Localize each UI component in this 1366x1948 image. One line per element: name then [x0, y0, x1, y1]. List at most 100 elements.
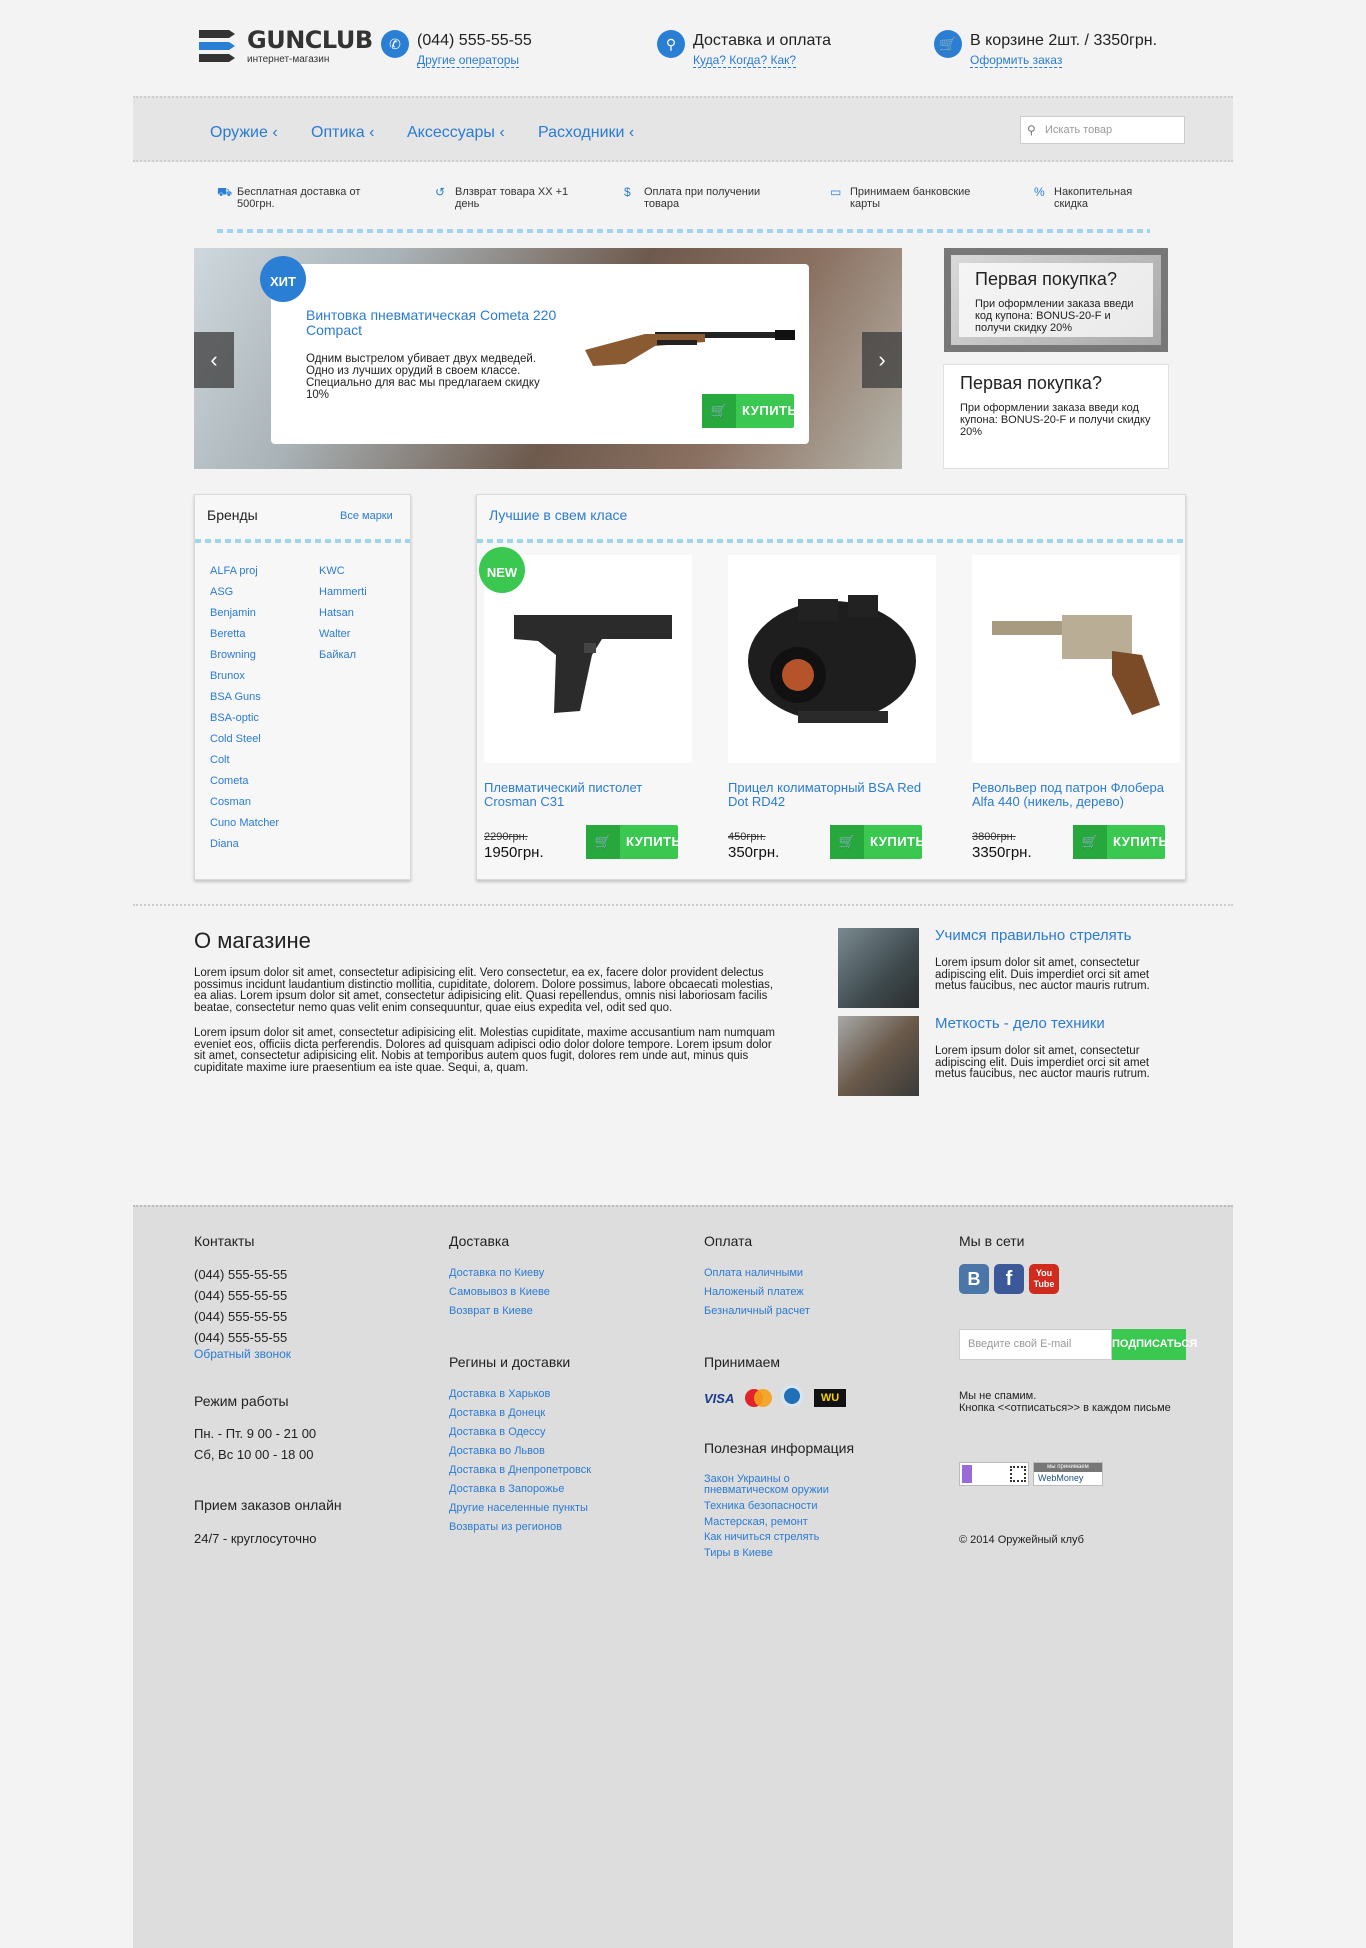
brand-link[interactable]: Diana	[210, 838, 239, 850]
brand-link[interactable]: Hammerti	[319, 586, 367, 598]
info-link[interactable]: Техника безопасности	[704, 1501, 844, 1512]
buy-button[interactable]: 🛒 КУПИТЬ	[830, 825, 925, 859]
all-brands-link[interactable]: Все марки	[340, 510, 393, 522]
payment-link[interactable]: Оплата наличными	[704, 1267, 803, 1279]
brand-link[interactable]: BSA Guns	[210, 691, 261, 703]
delivery-link[interactable]: Доставка по Киеву	[449, 1267, 544, 1279]
about-paragraph: Lorem ipsum dolor sit amet, consectetur …	[194, 967, 774, 1014]
brand-link[interactable]: Cosman	[210, 796, 251, 808]
footer-phone: (044) 555-55-55	[194, 1288, 288, 1303]
scope-image	[748, 595, 916, 723]
callback-link[interactable]: Обратный звонок	[194, 1347, 291, 1361]
promo-card-dark[interactable]: Первая покупка? При оформлении заказа вв…	[944, 248, 1168, 352]
brand-link[interactable]: ASG	[210, 586, 233, 598]
facebook-icon[interactable]: f	[994, 1264, 1024, 1294]
brand-link[interactable]: Brunox	[210, 670, 245, 682]
return-icon: ↺	[435, 185, 446, 199]
divider	[195, 539, 410, 543]
webmoney-globe-icon	[781, 1385, 803, 1407]
article-image[interactable]	[838, 928, 919, 1008]
product-image[interactable]	[728, 555, 936, 763]
article-image[interactable]	[838, 1016, 919, 1096]
promo-title: Первая покупка?	[960, 373, 1102, 393]
payment-link[interactable]: Безналичный расчет	[704, 1305, 810, 1317]
info-link[interactable]: Тиры в Киеве	[704, 1548, 844, 1559]
checkout-link[interactable]: Оформить заказ	[970, 53, 1063, 68]
slide-title[interactable]: Винтовка пневматическая Cometa 220 Compa…	[306, 308, 576, 338]
product-title[interactable]: Револьвер под патрон Флобера Alfa 440 (н…	[972, 781, 1172, 809]
about-title: О магазине	[194, 928, 311, 953]
article-title[interactable]: Учимся правильно стрелять	[935, 927, 1131, 944]
product-title[interactable]: Прицел колиматорный BSA Red Dot RD42	[728, 781, 928, 809]
region-link[interactable]: Доставка в Запорожье	[449, 1483, 564, 1495]
product-title[interactable]: Плевматический пистолет Crosman C31	[484, 781, 684, 809]
about-section: О магазине Lorem ipsum dolor sit amet, c…	[194, 928, 784, 1074]
about-divider	[133, 904, 1233, 906]
webmoney-badge-label: WebMoney	[1038, 1473, 1084, 1483]
buy-button[interactable]: 🛒 КУПИТЬ	[1073, 825, 1168, 859]
brand-link[interactable]: Colt	[210, 754, 230, 766]
feature-return: ↺ Влзврат товара XX +1 день	[435, 185, 569, 210]
feature-discount: % Накопительная скидка	[1034, 185, 1133, 210]
mastercard-icon	[745, 1389, 772, 1407]
region-link[interactable]: Доставка во Львов	[449, 1445, 545, 1457]
region-link[interactable]: Возвраты из регионов	[449, 1521, 562, 1533]
buy-button[interactable]: 🛒 КУПИТЬ	[586, 825, 681, 859]
region-link[interactable]: Доставка в Одессу	[449, 1426, 546, 1438]
brand-link[interactable]: Cuno Matcher	[210, 817, 279, 829]
nav-weapons[interactable]: Оружие ‹	[210, 124, 278, 142]
article-title[interactable]: Меткость - дело техники	[935, 1015, 1105, 1032]
brand-link[interactable]: BSA-optic	[210, 712, 259, 724]
rifle-image	[585, 330, 795, 366]
best-products-panel: Лучшие в свем класе NEW Плевматический п…	[476, 494, 1186, 880]
other-operators-link[interactable]: Другие операторы	[417, 53, 520, 68]
vk-icon[interactable]: B	[959, 1264, 989, 1294]
info-link[interactable]: Закон Украины о пневматическом оружии	[704, 1474, 844, 1496]
region-link[interactable]: Доставка в Днепропетровск	[449, 1464, 591, 1476]
contacts-title: Контакты	[194, 1233, 255, 1249]
card-icon: ▭	[830, 185, 842, 199]
brand-link[interactable]: Beretta	[210, 628, 245, 640]
nav-optics[interactable]: Оптика ‹	[311, 124, 374, 142]
webmoney-badge: мы принимаем WebMoney	[1033, 1462, 1103, 1486]
delivery-link[interactable]: Куда? Когда? Как?	[693, 53, 797, 68]
cart-icon: 🛒	[702, 394, 736, 428]
brand-link[interactable]: Hatsan	[319, 607, 354, 619]
youtube-icon[interactable]: You Tube	[1029, 1264, 1059, 1294]
email-input[interactable]: Введите свой E-mail	[959, 1329, 1112, 1360]
brand-link[interactable]: ALFA proj	[210, 565, 258, 577]
accept-title: Принимаем	[704, 1354, 781, 1370]
region-link[interactable]: Другие населенные пункты	[449, 1502, 588, 1514]
brand-link[interactable]: Benjamin	[210, 607, 256, 619]
brand-link[interactable]: Browning	[210, 649, 256, 661]
payment-link[interactable]: Наложеный платеж	[704, 1286, 804, 1298]
region-link[interactable]: Доставка в Донецк	[449, 1407, 545, 1419]
slider-prev-button[interactable]: ‹	[194, 332, 234, 388]
delivery-link[interactable]: Самовывоз в Киеве	[449, 1286, 550, 1298]
slider-next-button[interactable]: ›	[862, 332, 902, 388]
visa-icon: VISA	[704, 1391, 735, 1406]
online-text: 24/7 - круглосуточно	[194, 1531, 317, 1546]
info-link[interactable]: Как ничиться стрелять	[704, 1532, 844, 1543]
promo-card-light[interactable]: Первая покупка? При оформлении заказа вв…	[943, 364, 1169, 469]
payment-title: Оплата	[704, 1233, 753, 1249]
price: 350грн.	[728, 844, 780, 861]
nav-accessories[interactable]: Аксессуары ‹	[407, 124, 505, 142]
product-image[interactable]	[972, 555, 1180, 763]
info-link[interactable]: Мастерская, ремонт	[704, 1517, 844, 1528]
region-link[interactable]: Доставка в Харьков	[449, 1388, 550, 1400]
brand-link[interactable]: Cometa	[210, 775, 249, 787]
brand-link[interactable]: KWC	[319, 565, 345, 577]
new-badge: NEW	[479, 547, 525, 593]
article-text: Lorem ipsum dolor sit amet, consectetur …	[935, 957, 1150, 992]
subscribe-button[interactable]: ПОДПИСАТЬСЯ	[1112, 1329, 1197, 1360]
delivery-link[interactable]: Возврат в Киеве	[449, 1305, 533, 1317]
slide-buy-button[interactable]: 🛒 КУПИТЬ	[702, 394, 797, 428]
brand-link[interactable]: Байкал	[319, 649, 356, 661]
search-input[interactable]: ⚲ Искать товар	[1020, 116, 1185, 144]
about-paragraph: Lorem ipsum dolor sit amet, consectetur …	[194, 1027, 776, 1074]
nav-consumables[interactable]: Расходники ‹	[538, 124, 634, 142]
brand-link[interactable]: Cold Steel	[210, 733, 261, 745]
logo[interactable]: GUNCLUB интернет-магазин	[199, 26, 373, 66]
brand-link[interactable]: Walter	[319, 628, 350, 640]
